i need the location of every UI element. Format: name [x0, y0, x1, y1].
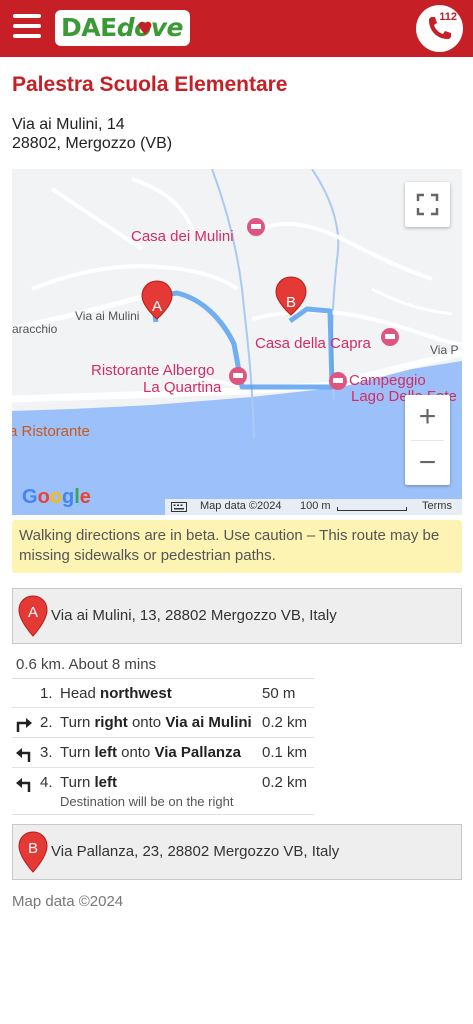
road: [131, 177, 194, 230]
marker-a-label: A: [152, 298, 163, 315]
poi-campeggio-line1: Campeggio: [349, 372, 426, 389]
road: [261, 221, 433, 281]
road: [371, 287, 453, 316]
step-number: 4.: [40, 774, 53, 791]
walking-beta-warning: Walking directions are in beta. Use caut…: [12, 520, 462, 573]
hotel-icon: [247, 218, 265, 236]
origin-address: Via ai Mulini, 13, 28802 Mergozzo VB, It…: [51, 607, 337, 624]
road-label-mulini: Via ai Mulini: [75, 309, 140, 323]
step-instruction: Head northwest: [60, 685, 172, 702]
hotel-icon: [381, 328, 399, 346]
google-logo: Google: [22, 486, 91, 508]
step-number: 3.: [40, 744, 53, 761]
poi-casa-capra: Casa della Capra: [255, 335, 371, 352]
turn-left-icon: [16, 748, 31, 762]
turn-right-icon: [16, 718, 32, 732]
call-number: 112: [439, 11, 457, 23]
map-scale-bar: [337, 507, 407, 511]
step-instruction: Turn left: [60, 774, 117, 791]
zoom-in-button[interactable]: +: [405, 395, 450, 439]
fullscreen-button[interactable]: [405, 182, 450, 227]
emergency-call-button[interactable]: 112: [416, 5, 463, 52]
logo-text: DAEdove: [61, 13, 184, 42]
origin-waypoint: A Via ai Mulini, 13, 28802 Mergozzo VB, …: [12, 588, 462, 644]
road: [50, 187, 144, 251]
marker-b-label: B: [286, 294, 297, 311]
step-distance: 0.2 km: [262, 774, 308, 791]
map-data-credit: Map data ©2024: [200, 500, 282, 512]
menu-icon[interactable]: [13, 14, 41, 38]
road: [31, 264, 239, 291]
poi-casa-mulini: Casa dei Mulini: [131, 228, 234, 245]
destination-letter: B: [28, 840, 38, 857]
directions-steps: 1. Head northwest 50 m 2. Turn right ont…: [12, 678, 314, 815]
app-logo[interactable]: DAEdove: [55, 10, 190, 46]
step-distance: 0.1 km: [262, 744, 308, 761]
step-instruction: Turn left onto Via Pallanza: [60, 744, 241, 761]
zoom-controls: + −: [405, 395, 450, 485]
step-number: 2.: [40, 714, 53, 731]
poi-ristorante-left: a Ristorante: [12, 423, 90, 440]
step-number: 1.: [40, 685, 53, 702]
hotel-icon: [329, 372, 347, 390]
direction-step[interactable]: 2. Turn right onto Via ai Mulini 0.2 km: [12, 708, 314, 738]
step-instruction: Turn right onto Via ai Mulini: [60, 714, 252, 731]
road-label-bracchio: aracchio: [12, 322, 58, 336]
step-distance: 50 m: [262, 685, 296, 702]
map-terms-link[interactable]: Terms: [422, 500, 452, 512]
turn-left-icon: [16, 778, 31, 792]
route-map[interactable]: A B Casa dei Mulini Casa della Capra Ris…: [12, 169, 462, 515]
app-header: DAEdove 112: [0, 0, 473, 57]
place-title: Palestra Scuola Elementare: [12, 73, 288, 96]
destination-address: Via Pallanza, 23, 28802 Mergozzo VB, Ita…: [51, 843, 340, 860]
step-note: Destination will be on the right: [60, 794, 234, 809]
map-canvas: [12, 169, 462, 515]
map-scale-label: 100 m: [300, 500, 331, 512]
map-attribution: Map data ©2024 100 m Terms: [165, 499, 462, 515]
step-distance: 0.2 km: [262, 714, 308, 731]
keyboard-icon[interactable]: [171, 502, 187, 512]
stream: [311, 169, 340, 400]
road-label-via-p: Via P: [430, 343, 459, 357]
address-line-2: 28802, Mergozzo (VB): [12, 135, 173, 152]
address-line-1: Via ai Mulini, 14: [12, 116, 125, 133]
zoom-out-button[interactable]: −: [405, 441, 450, 485]
poi-ristorante-line1: Ristorante Albergo: [91, 362, 215, 379]
poi-ristorante-line2: La Quartina: [143, 379, 222, 396]
direction-step[interactable]: 4. Turn left 0.2 km Destination will be …: [12, 768, 314, 815]
route-summary: 0.6 km. About 8 mins: [16, 656, 157, 673]
direction-step[interactable]: 3. Turn left onto Via Pallanza 0.1 km: [12, 738, 314, 768]
map-pin-icon: A: [18, 595, 48, 637]
hotel-icon: [229, 367, 247, 385]
heart-pin-icon: [138, 21, 152, 35]
origin-letter: A: [28, 604, 38, 621]
fullscreen-icon: [416, 193, 439, 216]
direction-step[interactable]: 1. Head northwest 50 m: [12, 679, 314, 708]
map-pin-icon: B: [18, 831, 48, 873]
destination-waypoint: B Via Pallanza, 23, 28802 Mergozzo VB, I…: [12, 824, 462, 880]
map-data-footer: Map data ©2024: [12, 893, 124, 910]
